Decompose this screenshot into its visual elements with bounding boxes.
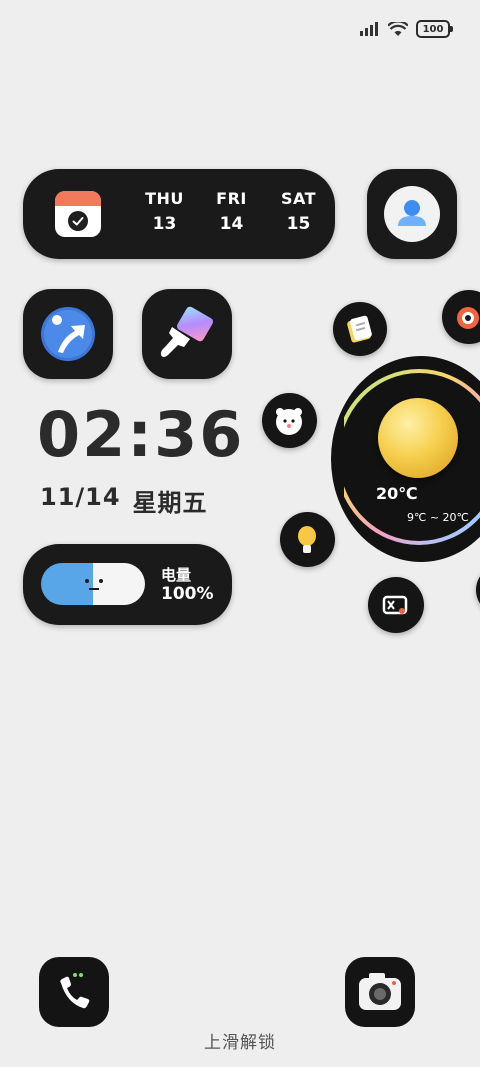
calendar-widget[interactable]: THU 13 FRI 14 SAT 15 <box>23 169 335 259</box>
partial-app-button[interactable] <box>476 565 480 615</box>
day-name: SAT <box>280 189 317 208</box>
contact-avatar-icon <box>384 186 440 242</box>
lightbulb-app-button[interactable] <box>280 512 335 567</box>
phone-button[interactable] <box>39 957 109 1027</box>
lightbulb-icon <box>298 526 316 553</box>
battery-indicator: 100 <box>416 20 453 38</box>
date-text: 11/14 <box>40 483 121 511</box>
weather-range: 9℃ ~ 20℃ <box>407 511 469 524</box>
day-number: 15 <box>286 214 311 234</box>
lock-screen: 100 THU 13 FRI 14 SAT 15 02:36 11/14 星期五… <box>0 0 480 1067</box>
browser-icon <box>41 307 95 361</box>
day-name: FRI <box>216 189 247 208</box>
weekday-text: 星期五 <box>132 489 208 517</box>
weather-widget[interactable]: 20℃ 9℃ ~ 20℃ <box>331 356 480 562</box>
themes-app-button[interactable] <box>142 289 232 379</box>
mascot-app-button[interactable] <box>262 393 317 448</box>
clock-date: 11/14 星期五 <box>40 483 208 518</box>
calendar-day: SAT 15 <box>265 189 332 234</box>
sun-icon <box>378 398 458 478</box>
battery-label: 电量 <box>161 566 192 584</box>
paint-brush-icon <box>160 306 214 357</box>
notes-icon <box>347 315 372 343</box>
translate-icon <box>382 595 408 615</box>
battery-value: 100% <box>161 584 214 604</box>
notes-app-button[interactable] <box>333 302 387 356</box>
signal-icon <box>360 22 378 36</box>
day-number: 13 <box>152 214 177 234</box>
calendar-day: FRI 14 <box>198 189 265 234</box>
translate-app-button[interactable] <box>368 577 424 633</box>
camera-button[interactable] <box>345 957 415 1027</box>
battery-widget[interactable]: 电量 100% <box>23 544 232 625</box>
red-camera-icon <box>457 307 479 329</box>
status-bar: 100 <box>360 20 453 38</box>
weather-temp: 20℃ <box>376 484 418 503</box>
phone-icon <box>60 973 90 1009</box>
swipe-unlock-hint: 上滑解锁 <box>204 1033 276 1053</box>
browser-app-button[interactable] <box>23 289 113 379</box>
day-number: 14 <box>219 214 244 234</box>
battery-pill-icon <box>41 563 145 605</box>
bear-mascot-icon <box>276 408 302 435</box>
calendar-days: THU 13 FRI 14 SAT 15 <box>131 189 332 234</box>
day-name: THU <box>145 189 184 208</box>
contacts-button[interactable] <box>367 169 457 259</box>
calendar-icon <box>55 191 101 237</box>
wifi-icon <box>388 21 408 36</box>
calendar-day: THU 13 <box>131 189 198 234</box>
camera-bubble-button[interactable] <box>442 290 480 344</box>
clock-time: 02:36 <box>37 398 245 471</box>
camera-icon <box>359 973 401 1010</box>
